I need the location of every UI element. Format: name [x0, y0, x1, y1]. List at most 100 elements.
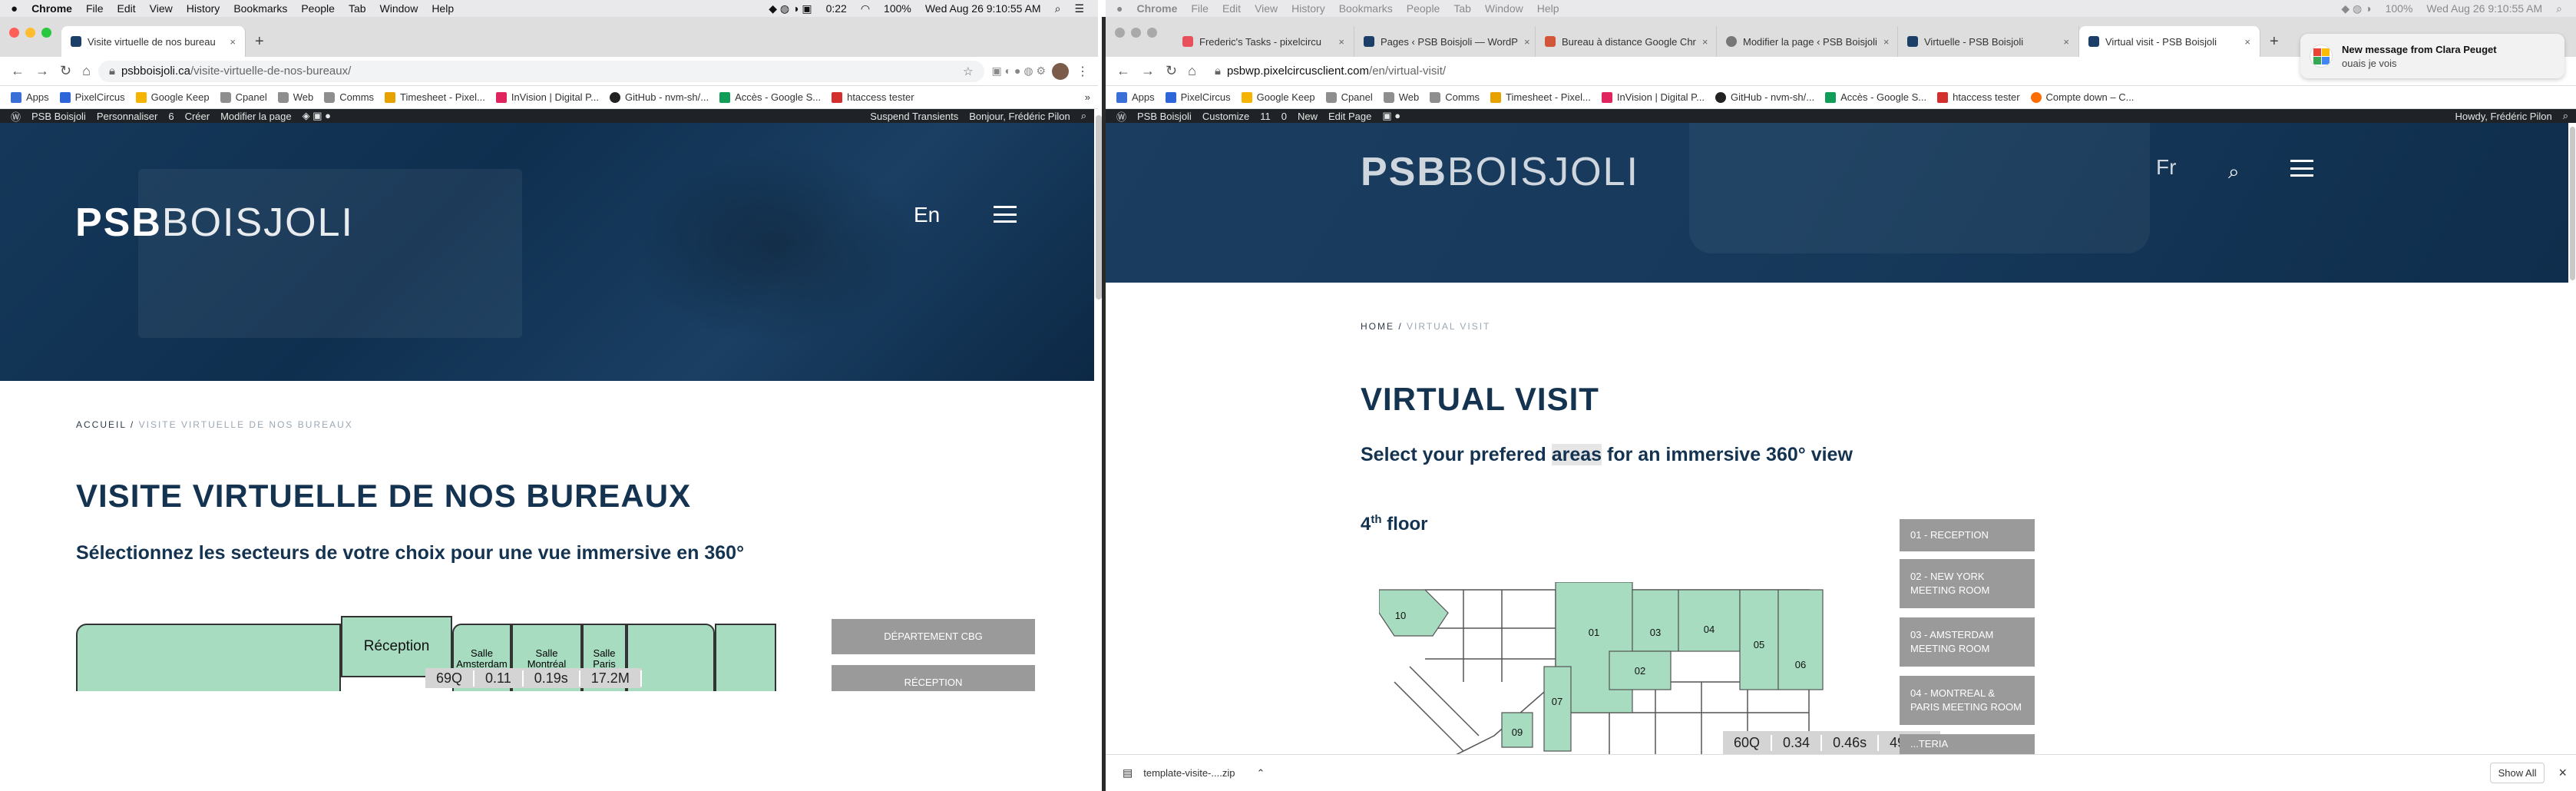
- close-tab-icon[interactable]: ×: [1696, 36, 1708, 48]
- menu-view[interactable]: View: [150, 2, 173, 15]
- bookmark-comms[interactable]: Comms: [324, 91, 374, 103]
- bookmark-pixelcircus[interactable]: PixelCircus: [59, 91, 125, 103]
- wp-plugin-icons[interactable]: ▣ ●: [1382, 110, 1400, 122]
- battery-status[interactable]: 100%: [2386, 2, 2413, 15]
- wp-customize[interactable]: Customize: [1202, 111, 1249, 122]
- menu-history[interactable]: History: [187, 2, 220, 15]
- search-icon[interactable]: ⌕: [2228, 160, 2240, 184]
- site-logo[interactable]: PSBBOISJOLI: [75, 200, 354, 246]
- bookmarks-overflow-icon[interactable]: »: [1085, 91, 1090, 103]
- menu-file[interactable]: File: [86, 2, 104, 15]
- bookmark-google-keep[interactable]: Google Keep: [135, 91, 210, 103]
- bookmark-pixelcircus[interactable]: PixelCircus: [1165, 91, 1231, 103]
- apple-icon[interactable]: ●: [1116, 2, 1123, 15]
- bookmark-invision[interactable]: InVision | Digital P...: [1601, 91, 1705, 103]
- close-window-button[interactable]: [9, 28, 19, 38]
- wp-edit-page[interactable]: Edit Page: [1328, 111, 1371, 122]
- query-monitor-bar[interactable]: 69Q 0.11 0.19s 17.2M: [425, 668, 642, 688]
- new-tab-button[interactable]: +: [2260, 26, 2288, 57]
- apple-icon[interactable]: ●: [11, 2, 18, 15]
- bookmark-timesheet[interactable]: Timesheet - Pixel...: [1490, 91, 1591, 103]
- close-tab-icon[interactable]: ×: [223, 36, 236, 48]
- wordpress-icon[interactable]: Ⓦ: [11, 109, 21, 123]
- hamburger-menu-icon[interactable]: [994, 206, 1017, 223]
- close-tab-icon[interactable]: ×: [2238, 36, 2250, 48]
- clock[interactable]: Wed Aug 26 9:10:55 AM: [925, 2, 1041, 15]
- wp-updates-count[interactable]: 6: [168, 111, 174, 122]
- wp-new[interactable]: New: [1298, 111, 1318, 122]
- bookmark-acces[interactable]: Accès - Google S...: [1825, 91, 1926, 103]
- battery-status[interactable]: 100%: [884, 2, 911, 15]
- breadcrumb-home-link[interactable]: HOME: [1361, 321, 1394, 332]
- zone-06[interactable]: [1777, 589, 1824, 690]
- menu-chrome[interactable]: Chrome: [31, 2, 72, 15]
- plan-zone-left[interactable]: [76, 624, 341, 691]
- left-scrollbar[interactable]: [1096, 115, 1102, 300]
- bookmark-google-keep[interactable]: Google Keep: [1241, 91, 1315, 103]
- bookmark-htaccess[interactable]: htaccess tester: [832, 91, 914, 103]
- bookmark-comms[interactable]: Comms: [1430, 91, 1480, 103]
- montreal-paris-room-button[interactable]: 04 - MONTREAL & PARIS MEETING ROOM: [1900, 676, 2035, 725]
- search-icon[interactable]: ⌕: [2556, 2, 2562, 15]
- close-tab-icon[interactable]: ×: [1877, 36, 1890, 48]
- amsterdam-room-button[interactable]: 03 - AMSTERDAM MEETING ROOM: [1900, 617, 2035, 667]
- maximize-window-button[interactable]: [41, 28, 51, 38]
- home-icon[interactable]: ⌂: [1188, 63, 1196, 79]
- download-options-icon[interactable]: ⌃: [1256, 767, 1265, 779]
- bookmark-timesheet[interactable]: Timesheet - Pixel...: [385, 91, 485, 103]
- search-icon[interactable]: ⌕: [1055, 2, 1061, 15]
- forward-icon[interactable]: →: [1141, 63, 1155, 79]
- wordpress-icon[interactable]: Ⓦ: [1116, 109, 1126, 123]
- wp-site-name[interactable]: PSB Boisjoli: [31, 111, 86, 122]
- bookmark-apps[interactable]: Apps: [11, 91, 49, 103]
- right-scrollbar[interactable]: [2570, 127, 2575, 280]
- clock[interactable]: Wed Aug 26 9:10:55 AM: [2426, 2, 2542, 15]
- wp-comments-count[interactable]: 0: [1281, 111, 1287, 122]
- wp-howdy[interactable]: Bonjour, Frédéric Pilon: [969, 111, 1070, 122]
- close-window-button[interactable]: [1115, 28, 1125, 38]
- hamburger-menu-icon[interactable]: [2290, 160, 2313, 177]
- cafeteria-button[interactable]: ...TERIA: [1900, 734, 2035, 754]
- bookmark-github[interactable]: GitHub - nvm-sh/...: [610, 91, 709, 103]
- bookmark-github[interactable]: GitHub - nvm-sh/...: [1715, 91, 1814, 103]
- zone-03[interactable]: [1632, 589, 1679, 652]
- menu-chrome[interactable]: Chrome: [1136, 2, 1177, 15]
- minimize-window-button[interactable]: [25, 28, 35, 38]
- minimize-window-button[interactable]: [1131, 28, 1141, 38]
- new-tab-button[interactable]: +: [246, 26, 273, 57]
- reception-button[interactable]: RÉCEPTION: [832, 665, 1035, 691]
- maximize-window-button[interactable]: [1147, 28, 1157, 38]
- wp-search-icon[interactable]: ⌕: [1081, 110, 1086, 122]
- menu-edit[interactable]: Edit: [117, 2, 136, 15]
- forward-icon[interactable]: →: [35, 63, 49, 79]
- menu-history[interactable]: History: [1291, 2, 1325, 15]
- bookmark-web[interactable]: Web: [1383, 91, 1419, 103]
- bookmark-acces[interactable]: Accès - Google S...: [719, 91, 821, 103]
- bookmark-htaccess[interactable]: htaccess tester: [1937, 91, 2020, 103]
- menu-bookmarks[interactable]: Bookmarks: [1339, 2, 1393, 15]
- wp-updates-count[interactable]: 11: [1260, 111, 1271, 122]
- bookmark-star-icon[interactable]: ☆: [963, 65, 973, 78]
- bookmark-cpanel[interactable]: Cpanel: [1325, 91, 1373, 103]
- reload-icon[interactable]: ↻: [60, 63, 71, 79]
- new-york-room-button[interactable]: 02 - NEW YORK MEETING ROOM: [1900, 559, 2035, 608]
- tab-bureau-distance[interactable]: Bureau à distance Google Chr ×: [1536, 26, 1717, 57]
- wp-new[interactable]: Créer: [185, 111, 210, 122]
- bookmark-cpanel[interactable]: Cpanel: [220, 91, 267, 103]
- zone-04[interactable]: [1678, 589, 1741, 652]
- bookmark-apps[interactable]: Apps: [1116, 91, 1155, 103]
- reception-area-button[interactable]: 01 - RECEPTION: [1900, 519, 2035, 551]
- chrome-menu-icon[interactable]: ⋮: [1076, 64, 1089, 79]
- menu-edit[interactable]: Edit: [1222, 2, 1241, 15]
- address-bar[interactable]: 🔒︎ psbboisjoli.ca/visite-virtuelle-de-no…: [98, 60, 984, 82]
- zone-07[interactable]: [1543, 666, 1572, 752]
- breadcrumb-home-link[interactable]: ACCUEIL: [76, 419, 127, 430]
- back-icon[interactable]: ←: [1116, 63, 1130, 79]
- language-switch[interactable]: En: [914, 203, 940, 227]
- menu-bookmarks[interactable]: Bookmarks: [233, 2, 287, 15]
- reload-icon[interactable]: ↻: [1166, 63, 1177, 79]
- tab-visite-virtuelle[interactable]: Visite virtuelle de nos bureau ×: [61, 26, 246, 57]
- close-tab-icon[interactable]: ×: [1518, 36, 1530, 48]
- timer-status[interactable]: 0:22: [826, 2, 847, 15]
- tab-virtual-visit[interactable]: Virtual visit - PSB Boisjoli ×: [2079, 26, 2260, 57]
